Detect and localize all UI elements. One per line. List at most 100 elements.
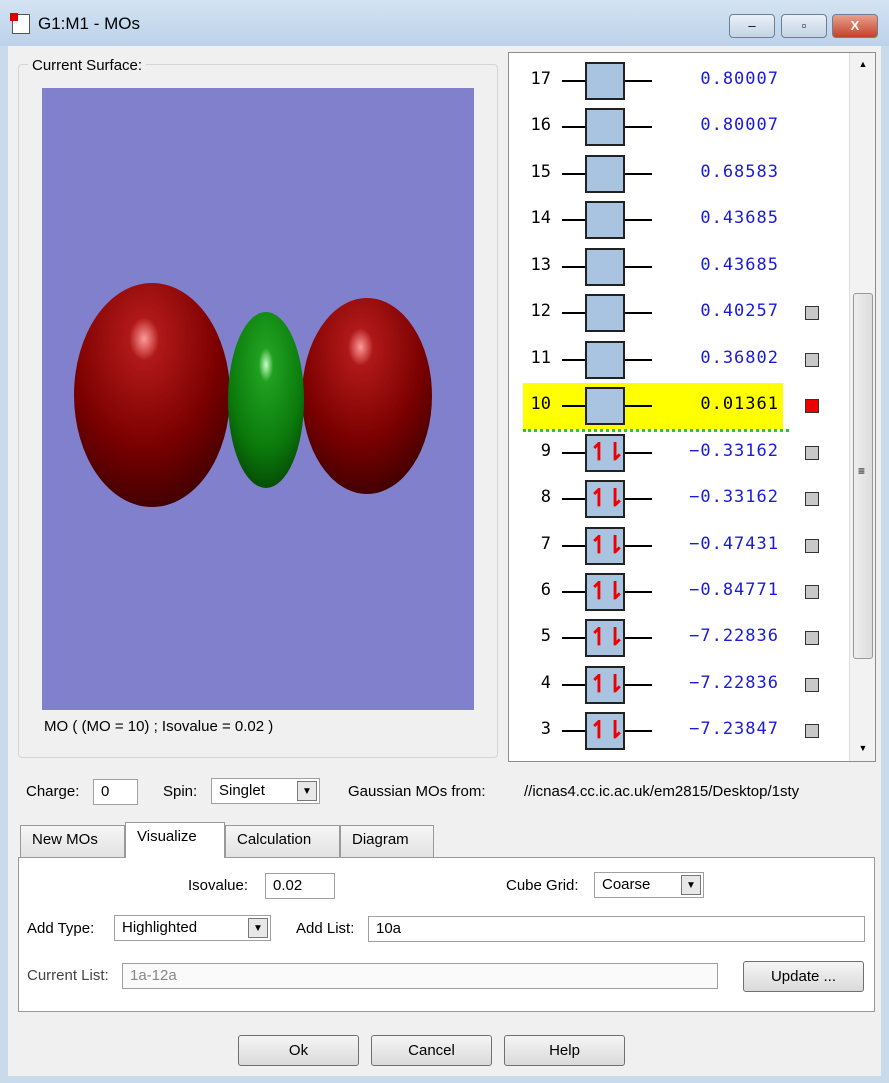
mo-energy: 0.43685 (700, 254, 779, 275)
charge-input[interactable]: 0 (93, 779, 138, 805)
mo-energy-list[interactable]: 17 0.80007 16 0.80007 15 0.68583 14 0.43685… (508, 52, 876, 762)
mo-checkbox[interactable] (805, 352, 819, 367)
electron-pair-icon: ↿⇂ (585, 480, 625, 519)
mo-number: 7 (540, 533, 551, 554)
cube-grid-select[interactable]: Coarse ▼ (594, 872, 704, 898)
chevron-down-icon[interactable]: ▼ (681, 875, 701, 895)
mo-checkbox[interactable] (805, 306, 819, 321)
maximize-button[interactable]: ▫ (781, 14, 827, 38)
current-surface-label: Current Surface: (28, 57, 147, 74)
mo-energy: 0.80007 (700, 69, 779, 89)
empty-orbital-box (585, 387, 625, 426)
help-button[interactable]: Help (504, 1035, 625, 1066)
mo-energy: 0.43685 (700, 208, 779, 229)
chevron-down-icon[interactable]: ▼ (297, 781, 317, 801)
mo-energy: −0.33162 (689, 487, 779, 508)
red-lobe-right (302, 298, 432, 494)
mo-number: 4 (540, 672, 551, 693)
mo-checkbox[interactable] (805, 724, 819, 739)
scroll-up-arrow[interactable]: ▲ (850, 59, 875, 69)
tab-new-mos[interactable]: New MOs (20, 825, 125, 857)
add-type-select[interactable]: Highlighted ▼ (114, 915, 271, 941)
mo-row[interactable]: 16 0.80007 (509, 104, 849, 150)
mo-checkbox[interactable] (805, 631, 819, 646)
add-list-input[interactable]: 10a (368, 916, 865, 942)
mo-energy: 0.68583 (700, 161, 779, 182)
mo-number: 14 (530, 208, 551, 229)
mo-number: 3 (540, 719, 551, 740)
red-lobe-left (74, 283, 230, 507)
mo-number: 16 (530, 115, 551, 136)
mo-number: 12 (530, 301, 551, 322)
mo-energy: 0.40257 (700, 301, 779, 322)
current-list-label: Current List: (27, 967, 109, 984)
close-button[interactable]: X (832, 14, 878, 38)
mo-energy: −0.84771 (689, 579, 779, 600)
mo-row[interactable]: 13 0.43685 (509, 244, 849, 290)
mo-row[interactable]: 14 0.43685 (509, 197, 849, 243)
mo-checkbox[interactable] (805, 399, 819, 414)
mo-number: 6 (540, 579, 551, 600)
add-type-label: Add Type: (27, 920, 95, 937)
mo-row[interactable]: 9 ↿⇂ −0.33162 (509, 430, 849, 476)
mo-row[interactable]: 15 0.68583 (509, 151, 849, 197)
surface-viewport[interactable] (42, 88, 474, 710)
green-lobe (228, 312, 304, 488)
update-button[interactable]: Update ... (743, 961, 864, 992)
mo-number: 5 (540, 626, 551, 647)
scrollbar[interactable]: ▲ ≡ ▼ (849, 53, 875, 761)
mo-checkbox[interactable] (805, 584, 819, 599)
mo-row[interactable]: 7 ↿⇂ −0.47431 (509, 523, 849, 569)
minimize-button[interactable]: – (729, 14, 775, 38)
mo-number: 13 (530, 254, 551, 275)
mo-number: 8 (540, 487, 551, 508)
mo-row[interactable]: 12 0.40257 (509, 290, 849, 336)
mo-row[interactable]: 8 ↿⇂ −0.33162 (509, 476, 849, 522)
mo-energy: 0.01361 (700, 394, 779, 415)
mo-energy: −0.33162 (689, 440, 779, 461)
mo-checkbox[interactable] (805, 677, 819, 692)
mo-row[interactable]: 3 ↿⇂ −7.23847 (509, 708, 849, 754)
isovalue-label: Isovalue: (188, 877, 249, 894)
mo-row[interactable]: 5 ↿⇂ −7.22836 (509, 615, 849, 661)
electron-pair-icon: ↿⇂ (585, 712, 625, 751)
cancel-button[interactable]: Cancel (371, 1035, 492, 1066)
electron-pair-icon: ↿⇂ (585, 619, 625, 658)
orbital-surface (74, 283, 432, 507)
surface-caption: MO ( (MO = 10) ; Isovalue = 0.02 ) (44, 718, 274, 735)
mo-checkbox[interactable] (805, 445, 819, 460)
mo-row[interactable]: 6 ↿⇂ −0.84771 (509, 569, 849, 615)
mo-row[interactable]: 11 0.36802 (509, 337, 849, 383)
tab-visualize[interactable]: Visualize (125, 822, 225, 858)
tab-calculation[interactable]: Calculation (225, 825, 340, 857)
grip-icon: ≡ (858, 464, 866, 478)
spin-value: Singlet (219, 782, 265, 799)
ok-button[interactable]: Ok (238, 1035, 359, 1066)
electron-pair-icon: ↿⇂ (585, 665, 625, 704)
mo-row[interactable]: 17 0.80007 (509, 58, 849, 104)
mo-row[interactable]: 10 0.01361 (509, 383, 849, 433)
mo-number: 15 (530, 161, 551, 182)
title-bar: G1:M1 - MOs – ▫ X (0, 0, 889, 46)
mo-checkbox[interactable] (805, 538, 819, 553)
mo-energy: −7.22836 (689, 626, 779, 647)
mo-energy: −0.47431 (689, 533, 779, 554)
add-type-value: Highlighted (122, 919, 198, 936)
isovalue-input[interactable]: 0.02 (265, 873, 335, 899)
tab-diagram[interactable]: Diagram (340, 825, 434, 857)
mo-energy: −7.23847 (689, 719, 779, 740)
mo-row[interactable]: 4 ↿⇂ −7.22836 (509, 662, 849, 708)
mo-number: 17 (530, 69, 551, 89)
app-icon (10, 13, 30, 34)
chevron-down-icon[interactable]: ▼ (248, 918, 268, 938)
mo-energy: −7.22836 (689, 672, 779, 693)
mo-checkbox[interactable] (805, 492, 819, 507)
scroll-down-arrow[interactable]: ▼ (850, 743, 875, 753)
charge-label: Charge: (26, 783, 80, 800)
mo-energy: 0.80007 (700, 115, 779, 136)
empty-orbital-box (585, 201, 625, 240)
spin-select[interactable]: Singlet ▼ (211, 778, 320, 804)
scroll-thumb[interactable]: ≡ (853, 293, 873, 659)
add-list-label: Add List: (296, 920, 355, 937)
source-path: //icnas4.cc.ic.ac.uk/em2815/Desktop/1sty (524, 783, 800, 800)
